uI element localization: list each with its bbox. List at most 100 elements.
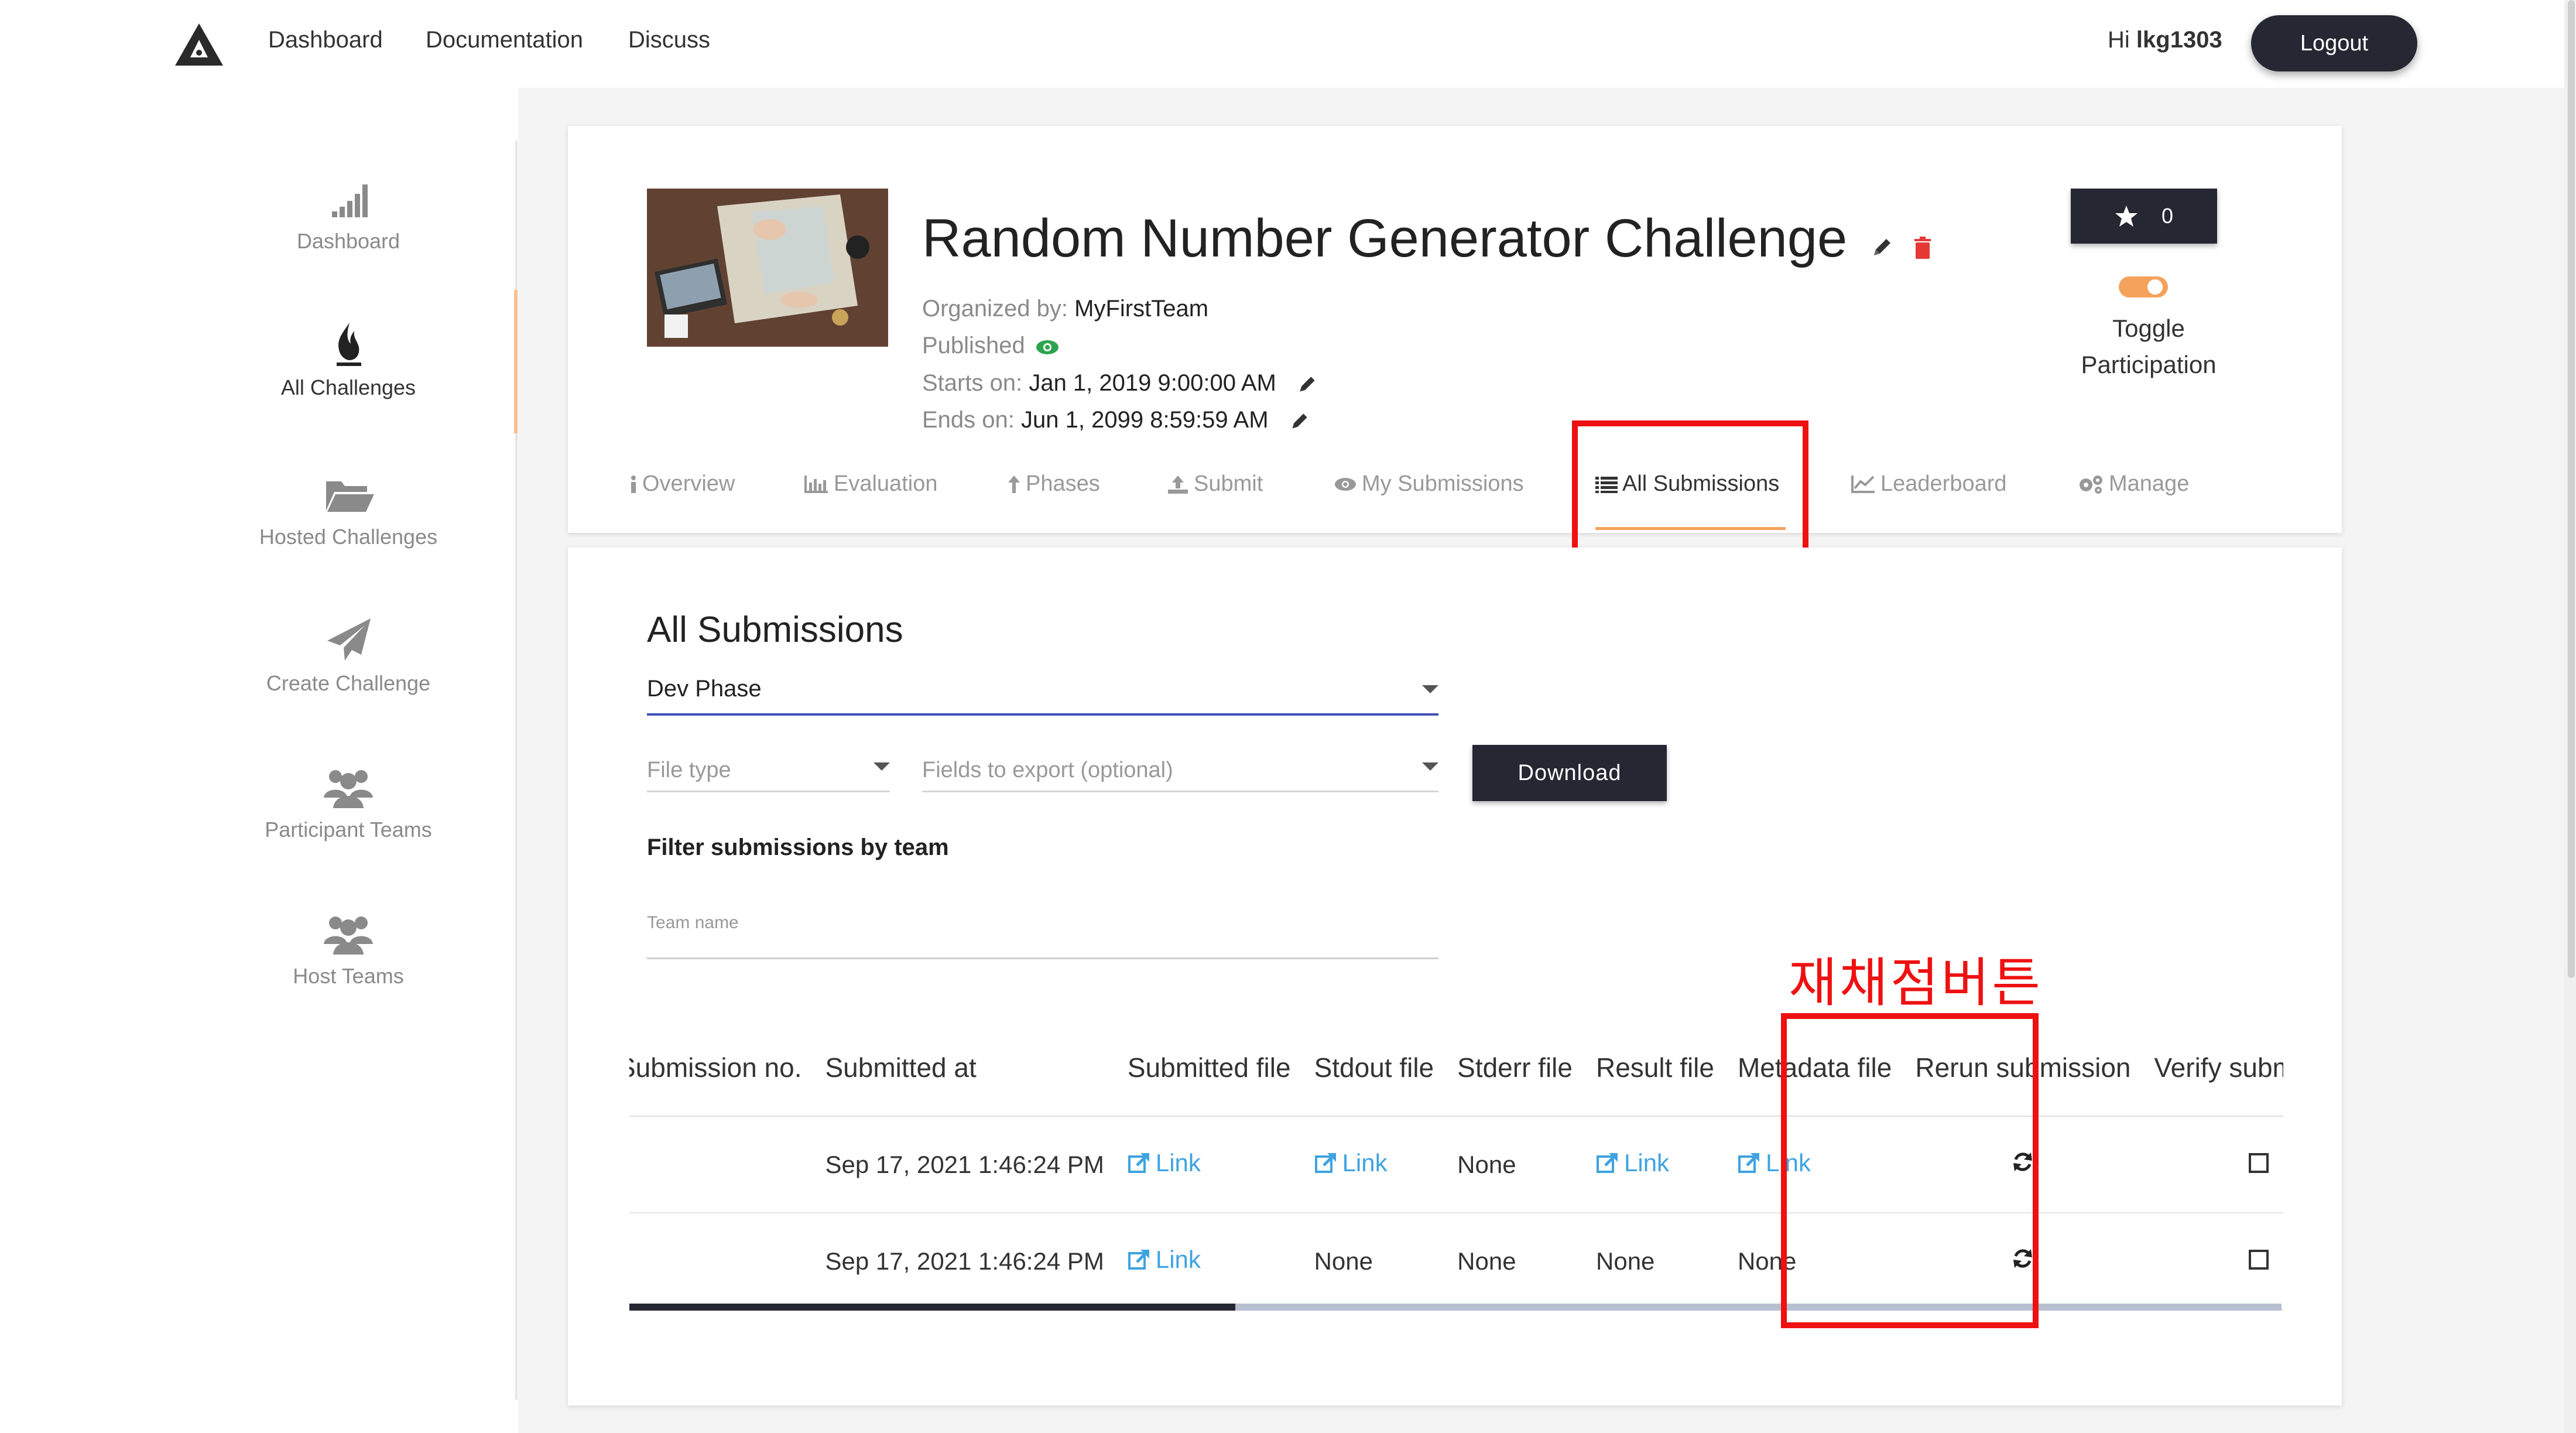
- info-icon: [631, 475, 636, 493]
- eye-icon: [1036, 340, 1059, 354]
- start-date: Jan 1, 2019 9:00:00 AM: [1029, 370, 1276, 396]
- file-type-select[interactable]: File type: [647, 750, 890, 792]
- star-button[interactable]: 0: [2071, 189, 2217, 244]
- col-submitted-at: Submitted at: [813, 1019, 1116, 1117]
- cell-result-file: Link: [1584, 1116, 1726, 1213]
- cell-stdout-file: None: [1302, 1213, 1446, 1310]
- result-file-link[interactable]: Link: [1596, 1149, 1669, 1177]
- chevron-down-icon: [1422, 762, 1438, 771]
- username: lkg1303: [2136, 27, 2222, 53]
- chevron-down-icon: [1422, 685, 1438, 693]
- sidebar-item-create-challenge[interactable]: Create Challenge: [211, 615, 486, 696]
- sidebar-item-dashboard[interactable]: Dashboard: [211, 173, 486, 254]
- evalai-logo-icon[interactable]: [173, 21, 225, 68]
- phase-select[interactable]: Dev Phase: [647, 672, 1438, 716]
- gears-icon: [2080, 475, 2102, 494]
- nav-documentation-link[interactable]: Documentation: [426, 27, 583, 53]
- cell-submission-no: [629, 1213, 814, 1310]
- sidebar: [0, 88, 518, 1433]
- stdout-file-link[interactable]: Link: [1314, 1149, 1388, 1177]
- paper-plane-icon: [327, 618, 371, 661]
- sidebar-item-label: Dashboard: [296, 229, 400, 253]
- sidebar-item-label: Host Teams: [293, 964, 404, 988]
- users-icon: [324, 770, 373, 808]
- annotation-highlight-rerun-column: [1781, 1013, 2039, 1328]
- filter-label: Filter submissions by team: [647, 835, 949, 860]
- col-verify-submission: Verify submission: [2142, 1019, 2283, 1117]
- delete-trash-icon[interactable]: [1913, 237, 1932, 260]
- nav-discuss-link[interactable]: Discuss: [628, 27, 710, 53]
- annotation-rerun-label: 재채점버튼: [1789, 954, 2043, 1013]
- col-submission-no: Submission no.: [629, 1019, 814, 1117]
- folder-open-icon: [326, 481, 374, 512]
- signal-bars-icon: [332, 184, 368, 217]
- cell-submitted-file: Link: [1115, 1116, 1303, 1213]
- star-icon: [2115, 206, 2137, 227]
- chevron-down-icon: [873, 762, 890, 771]
- tab-overview[interactable]: Overview: [629, 471, 735, 497]
- external-link-icon: [1738, 1152, 1759, 1173]
- challenge-thumbnail: [647, 189, 888, 347]
- phase-select-value: Dev Phase: [647, 676, 762, 702]
- cell-submitted-at: Sep 17, 2021 1:46:24 PM: [813, 1213, 1116, 1310]
- logout-button[interactable]: Logout: [2251, 15, 2417, 71]
- cell-submitted-at: Sep 17, 2021 1:46:24 PM: [813, 1116, 1116, 1213]
- edit-start-date-pencil-icon[interactable]: [1297, 374, 1318, 395]
- team-name-input[interactable]: Team name: [647, 905, 1438, 959]
- cell-submitted-file: Link: [1115, 1213, 1303, 1310]
- verify-checkbox[interactable]: [2249, 1249, 2269, 1270]
- published-status: Published: [922, 333, 1060, 359]
- table-scrollbar-thumb[interactable]: [629, 1304, 1235, 1311]
- col-stderr-file: Stderr file: [1445, 1019, 1584, 1117]
- sidebar-item-participant-teams[interactable]: Participant Teams: [211, 761, 486, 842]
- top-navbar: Dashboard Documentation Discuss Hi lkg13…: [0, 0, 2576, 88]
- sidebar-item-host-teams[interactable]: Host Teams: [211, 908, 486, 989]
- section-title: All Submissions: [647, 610, 903, 650]
- participation-toggle[interactable]: [2119, 275, 2168, 299]
- submitted-file-link[interactable]: Link: [1128, 1149, 1201, 1177]
- sidebar-item-label: Participant Teams: [265, 818, 432, 842]
- sidebar-active-indicator: [514, 290, 518, 433]
- cell-stderr-file: None: [1445, 1213, 1584, 1310]
- tab-manage[interactable]: Manage: [2077, 471, 2189, 497]
- col-stdout-file: Stdout file: [1302, 1019, 1446, 1117]
- annotation-highlight-tab: [1572, 420, 1808, 568]
- download-button[interactable]: Download: [1472, 745, 1667, 801]
- col-submitted-file: Submitted file: [1115, 1019, 1303, 1117]
- edit-end-date-pencil-icon[interactable]: [1289, 411, 1310, 432]
- organizer-name: MyFirstTeam: [1074, 296, 1209, 322]
- sidebar-item-label: Create Challenge: [266, 671, 431, 695]
- nav-dashboard-link[interactable]: Dashboard: [268, 27, 383, 53]
- sidebar-item-label: All Challenges: [280, 375, 416, 399]
- user-greeting: Hi lkg1303: [2108, 27, 2222, 53]
- edit-pencil-icon[interactable]: [1871, 235, 1894, 259]
- tab-submit[interactable]: Submit: [1167, 471, 1263, 497]
- col-result-file: Result file: [1584, 1019, 1726, 1117]
- arrow-up-icon: [1008, 475, 1020, 493]
- tab-evaluation[interactable]: Evaluation: [803, 471, 937, 497]
- upload-icon: [1168, 475, 1188, 494]
- sidebar-item-all-challenges[interactable]: All Challenges: [211, 319, 486, 400]
- tab-my-submissions[interactable]: My Submissions: [1334, 471, 1524, 497]
- bar-chart-icon: [804, 475, 828, 493]
- cell-stdout-file: Link: [1302, 1116, 1446, 1213]
- sidebar-item-hosted-challenges[interactable]: Hosted Challenges: [211, 468, 486, 549]
- tab-leaderboard[interactable]: Leaderboard: [1850, 471, 2007, 497]
- start-date-line: Starts on: Jan 1, 2019 9:00:00 AM: [922, 370, 1318, 396]
- cell-verify: [2142, 1213, 2283, 1310]
- line-chart-icon: [1851, 475, 1875, 493]
- cell-stderr-file: None: [1445, 1116, 1584, 1213]
- toggle-participation-label: Toggle Participation: [2081, 314, 2217, 378]
- verify-checkbox[interactable]: [2249, 1152, 2269, 1173]
- cell-result-file: None: [1584, 1213, 1726, 1310]
- submitted-file-link[interactable]: Link: [1128, 1246, 1201, 1274]
- external-link-icon: [1128, 1249, 1149, 1270]
- tab-phases[interactable]: Phases: [1007, 471, 1100, 497]
- page-scrollbar-thumb[interactable]: [2568, 0, 2575, 978]
- cell-verify: [2142, 1116, 2283, 1213]
- fields-to-export-select[interactable]: Fields to export (optional): [922, 750, 1438, 792]
- external-link-icon: [1314, 1152, 1336, 1173]
- star-count: 0: [2161, 204, 2174, 228]
- challenge-title: Random Number Generator Challenge: [922, 208, 1932, 269]
- users-icon: [324, 916, 373, 955]
